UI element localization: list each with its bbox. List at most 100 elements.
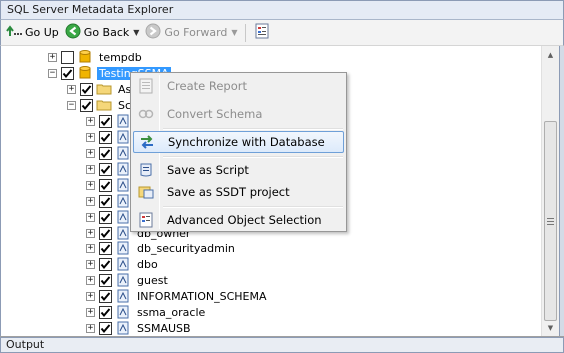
node-checkbox[interactable]: [99, 178, 112, 192]
database-icon: [77, 66, 93, 80]
expand-icon[interactable]: +: [86, 132, 95, 142]
go-forward-dropdown-icon[interactable]: ▼: [231, 28, 237, 37]
tree-node-guest[interactable]: + guest: [86, 272, 170, 288]
schema-icon: [115, 305, 131, 319]
node-checkbox[interactable]: [99, 194, 112, 208]
go-up-label: Go Up: [25, 26, 59, 39]
schema-icon: [115, 194, 131, 208]
expand-icon[interactable]: +: [67, 84, 76, 94]
node-checkbox[interactable]: [99, 257, 112, 271]
menu-item-label: Save as SSDT project: [167, 185, 290, 199]
expand-icon[interactable]: +: [86, 307, 95, 317]
scroll-down-arrow-icon[interactable]: ▼: [542, 319, 559, 336]
node-checkbox[interactable]: [61, 66, 74, 80]
expand-icon[interactable]: +: [86, 275, 95, 285]
tree-node-db-securityadmin[interactable]: + db_securityadmin: [86, 240, 237, 256]
schema-icon: [115, 241, 131, 255]
selection-icon: [134, 209, 158, 231]
expand-icon[interactable]: +: [86, 180, 95, 190]
menu-separator: [163, 128, 343, 130]
tree-node-schemas[interactable]: − Sc: [67, 97, 133, 113]
node-checkbox[interactable]: [80, 82, 93, 96]
schema-icon: [115, 321, 131, 335]
expand-icon[interactable]: +: [86, 291, 95, 301]
collapse-icon[interactable]: −: [67, 100, 76, 110]
expand-icon[interactable]: +: [86, 196, 95, 206]
tree-node-dbo[interactable]: + dbo: [86, 256, 160, 272]
go-back-dropdown-icon[interactable]: ▼: [133, 28, 139, 37]
tree-node-schema[interactable]: +: [86, 161, 135, 177]
expand-icon[interactable]: +: [86, 164, 95, 174]
tree-node-label: ssma_oracle: [137, 305, 206, 319]
tree-node-ssma-oracle[interactable]: + ssma_oracle: [86, 304, 207, 320]
menu-item-advanced-selection[interactable]: Advanced Object Selection: [133, 209, 344, 231]
ssdt-icon: [134, 181, 158, 203]
menu-item-convert-schema[interactable]: Convert Schema: [133, 103, 344, 125]
expand-icon[interactable]: +: [48, 52, 57, 62]
folder-icon: [96, 82, 112, 96]
menu-item-save-as-script[interactable]: Save as Script: [133, 159, 344, 181]
expand-icon[interactable]: +: [86, 243, 95, 253]
menu-item-create-report[interactable]: Create Report: [133, 75, 344, 97]
tree-node-schema[interactable]: +: [86, 129, 135, 145]
node-checkbox[interactable]: [99, 305, 112, 319]
go-forward-label: Go Forward: [164, 26, 228, 39]
output-panel-tab[interactable]: Output: [0, 337, 564, 353]
expand-icon[interactable]: +: [86, 259, 95, 269]
tree-node-schema[interactable]: +: [86, 209, 135, 225]
node-checkbox[interactable]: [80, 98, 93, 112]
node-checkbox[interactable]: [99, 289, 112, 303]
menu-separator: [163, 156, 343, 158]
tree-node-information-schema[interactable]: + INFORMATION_SCHEMA: [86, 288, 269, 304]
expand-icon[interactable]: +: [86, 148, 95, 158]
tree-node-label: db_securityadmin: [137, 241, 235, 255]
go-up-button[interactable]: Go Up: [3, 22, 62, 44]
menu-item-save-as-ssdt[interactable]: Save as SSDT project: [133, 181, 344, 203]
expand-icon[interactable]: +: [86, 228, 95, 238]
node-checkbox[interactable]: [99, 226, 112, 240]
tree-node-ssmausb[interactable]: + SSMAUSB: [86, 320, 193, 336]
node-checkbox[interactable]: [99, 321, 112, 335]
report-icon: [134, 75, 158, 97]
node-checkbox[interactable]: [99, 114, 112, 128]
node-checkbox[interactable]: [99, 130, 112, 144]
go-forward-button[interactable]: Go Forward ▼: [142, 22, 240, 44]
tree-node-assemblies[interactable]: + As: [67, 81, 133, 97]
node-checkbox[interactable]: [61, 50, 74, 64]
schema-icon: [115, 289, 131, 303]
expand-icon[interactable]: +: [86, 323, 95, 333]
sync-icon: [135, 131, 159, 153]
node-checkbox[interactable]: [99, 273, 112, 287]
expand-icon[interactable]: +: [86, 212, 95, 222]
scroll-up-arrow-icon[interactable]: ▲: [542, 46, 559, 63]
tree-node-schema[interactable]: +: [86, 145, 135, 161]
folder-icon: [96, 98, 112, 112]
convert-icon: [134, 103, 158, 125]
menu-separator: [163, 206, 343, 208]
window-title: SQL Server Metadata Explorer: [0, 0, 564, 20]
menu-item-synchronize[interactable]: Synchronize with Database: [133, 131, 344, 153]
schema-icon: [115, 146, 131, 160]
collapse-icon[interactable]: −: [48, 68, 57, 78]
node-checkbox[interactable]: [99, 241, 112, 255]
schema-icon: [115, 273, 131, 287]
context-menu: Create Report Convert Schema Synchronize…: [130, 72, 347, 232]
vertical-scrollbar[interactable]: ▲ ▼: [541, 46, 559, 336]
tree-node-label: guest: [137, 273, 168, 287]
node-checkbox[interactable]: [99, 146, 112, 160]
tree-node-label: tempdb: [99, 50, 142, 64]
menu-item-label: Save as Script: [167, 163, 249, 177]
toolbar-separator: [244, 23, 246, 42]
node-checkbox[interactable]: [99, 162, 112, 176]
scroll-thumb[interactable]: [544, 121, 557, 321]
tree-node-tempdb[interactable]: + tempdb: [48, 49, 144, 65]
go-back-button[interactable]: Go Back ▼: [62, 22, 143, 44]
node-checkbox[interactable]: [99, 210, 112, 224]
tree-node-schema[interactable]: +: [86, 177, 135, 193]
tree-node-schema[interactable]: +: [86, 193, 135, 209]
database-icon: [77, 50, 93, 64]
report-button[interactable]: [252, 22, 272, 44]
grip-icon: [547, 217, 554, 225]
expand-icon[interactable]: +: [86, 116, 95, 126]
tree-node-schema[interactable]: +: [86, 113, 135, 129]
